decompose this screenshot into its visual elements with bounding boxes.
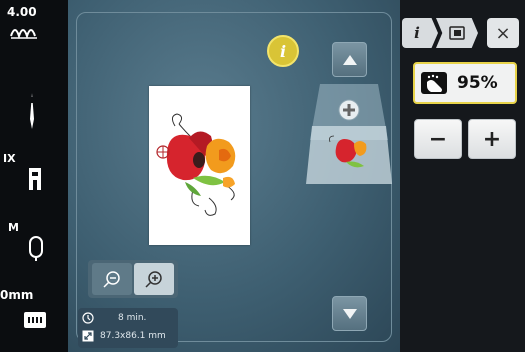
stitch-width-value: 0mm	[0, 288, 34, 302]
embroidery-hoop-area[interactable]	[149, 86, 250, 245]
embroidery-canvas[interactable]: i 8 min. 87.3x86.1 mm	[68, 0, 400, 352]
panel-tabs: i ×	[400, 18, 525, 48]
thread-tension-icon[interactable]	[9, 22, 39, 42]
hoop-icon[interactable]	[28, 235, 44, 261]
speed-setting-box[interactable]: 95%	[413, 62, 517, 104]
design-info-box: 8 min. 87.3x86.1 mm	[78, 308, 178, 348]
zoom-in-button[interactable]	[134, 263, 174, 295]
tab-info[interactable]: i	[402, 18, 438, 48]
bobbin-code: M	[8, 221, 19, 234]
arrow-up-icon	[342, 54, 357, 65]
zoom-out-icon	[103, 271, 120, 288]
design-size: 87.3x86.1 mm	[100, 331, 166, 341]
resize-icon	[449, 26, 465, 40]
right-panel: i × 95% − +	[400, 0, 525, 352]
scroll-up-button[interactable]	[332, 42, 367, 77]
tab-info-label: i	[414, 24, 420, 42]
thread-tension-value: 4.00	[7, 5, 37, 19]
left-sidebar: 4.00 IX M 0mm	[0, 0, 68, 352]
flower-design-image[interactable]	[149, 86, 250, 245]
zoom-controls	[88, 260, 178, 298]
info-button[interactable]: i	[267, 35, 299, 67]
decrease-button[interactable]: −	[414, 119, 462, 159]
increase-button[interactable]: +	[468, 119, 516, 159]
speed-value: 95%	[457, 73, 498, 93]
stitch-plate-icon[interactable]	[24, 312, 46, 328]
presser-foot-icon[interactable]	[27, 168, 43, 192]
scroll-down-button[interactable]	[332, 296, 367, 331]
speed-hand-icon	[421, 72, 447, 94]
presser-foot-code: IX	[3, 152, 16, 165]
arrow-down-icon	[342, 308, 357, 319]
add-layer-icon	[338, 99, 360, 121]
zoom-out-button[interactable]	[92, 263, 132, 295]
design-size-icon	[82, 330, 94, 342]
stitch-time: 8 min.	[118, 313, 147, 323]
tab-resize[interactable]	[436, 18, 478, 48]
close-button[interactable]: ×	[487, 18, 519, 48]
zoom-in-icon	[145, 271, 162, 288]
needle-icon[interactable]	[26, 93, 38, 133]
clock-icon	[82, 312, 94, 324]
layer-preview-stack[interactable]	[306, 84, 392, 190]
